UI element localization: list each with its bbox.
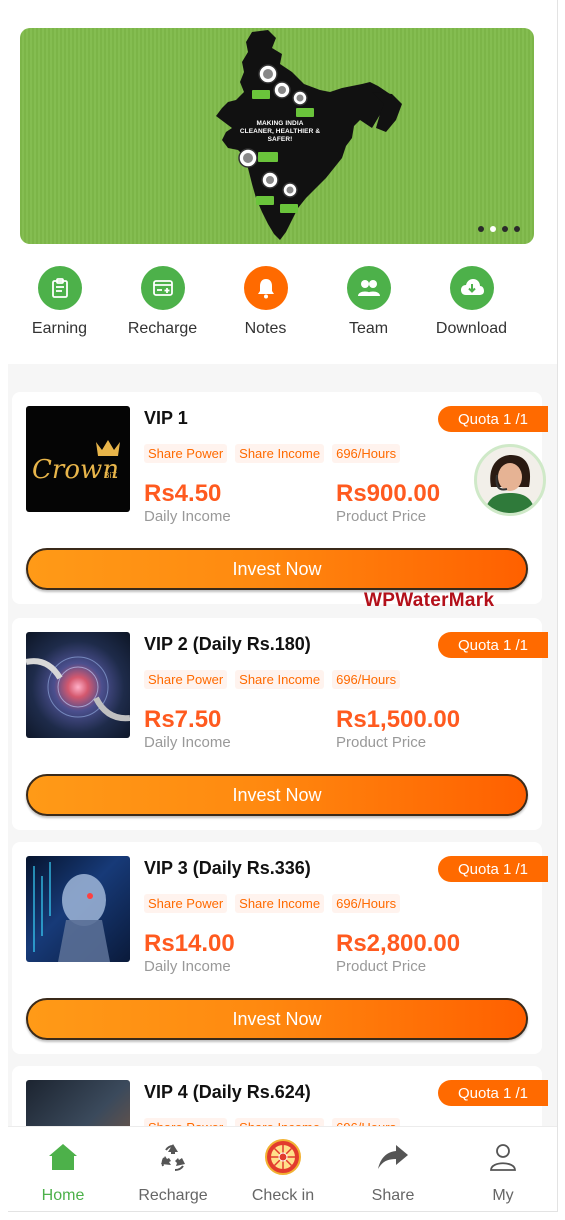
tab-check-in[interactable]: Check in: [228, 1127, 338, 1211]
bell-icon: [243, 266, 288, 310]
clipboard-icon: [37, 266, 82, 310]
invest-now-button[interactable]: Invest Now: [26, 548, 528, 590]
product-title: VIP 1: [144, 408, 188, 428]
quick-earning-label: Earning: [31, 320, 88, 337]
tab-recharge-label: Recharge: [138, 1187, 208, 1204]
share-arrow-icon: [338, 1141, 448, 1173]
tag-hours: 696/Hours: [332, 894, 401, 913]
product-thumb-robot-image: [26, 856, 130, 962]
daily-income-label: Daily Income: [144, 958, 231, 975]
tag-hours: 696/Hours: [332, 670, 401, 689]
daily-income-label: Daily Income: [144, 508, 231, 525]
app-frame: MAKING INDIA CLEANER, HEALTHIER & SAFER!…: [8, 0, 558, 1212]
carousel-dot[interactable]: [490, 226, 496, 232]
quota-badge: Quota 1 /1: [438, 632, 548, 658]
spin-wheel-icon: [228, 1139, 338, 1175]
quick-notes-label: Notes: [244, 320, 287, 337]
tag-hours: 696/Hours: [332, 444, 401, 463]
quick-notes[interactable]: Notes: [214, 266, 317, 338]
quick-earning[interactable]: Earning: [8, 266, 111, 338]
product-price-value: Rs1,500.00: [336, 706, 461, 733]
product-title: VIP 4 (Daily Rs.624): [144, 1082, 311, 1102]
banner-tagline-line2: CLEANER, HEALTHIER & SAFER!: [239, 128, 321, 143]
quick-actions: Earning Recharge Notes Team Download: [8, 266, 557, 338]
tag-share-income: Share Income: [235, 670, 325, 689]
product-tags: Share Power Share Income 696/Hours: [144, 670, 401, 689]
product-price-value: Rs2,800.00: [336, 930, 461, 957]
user-icon: [448, 1141, 557, 1173]
recycle-icon: [118, 1141, 228, 1173]
daily-income-label: Daily Income: [144, 734, 231, 751]
tab-check-in-label: Check in: [251, 1187, 315, 1204]
tag-share-power: Share Power: [144, 894, 228, 913]
home-icon: [8, 1141, 118, 1173]
product-price-label: Product Price: [336, 508, 427, 525]
tab-my-label: My: [492, 1187, 514, 1204]
carousel-dot[interactable]: [502, 226, 508, 232]
product-thumb-tech-image: [26, 632, 130, 738]
tag-share-power: Share Power: [144, 670, 228, 689]
product-tags: Share Power Share Income 696/Hours: [144, 894, 401, 913]
daily-income-value: Rs7.50: [144, 706, 222, 733]
product-price-label: Product Price: [336, 734, 427, 751]
team-icon: [346, 266, 391, 310]
quick-team[interactable]: Team: [317, 266, 420, 338]
tag-share-income: Share Income: [235, 444, 325, 463]
tag-share-income: Share Income: [235, 894, 325, 913]
top-section: MAKING INDIA CLEANER, HEALTHIER & SAFER!…: [8, 0, 557, 364]
product-price-label: Product Price: [336, 958, 427, 975]
tab-share[interactable]: Share: [338, 1127, 448, 1211]
carousel-dots[interactable]: [478, 226, 520, 232]
product-card-vip3: VIP 3 (Daily Rs.336) Quota 1 /1 Share Po…: [12, 842, 548, 1054]
product-card-vip2: VIP 2 (Daily Rs.180) Quota 1 /1 Share Po…: [12, 618, 548, 830]
daily-income-value: Rs14.00: [144, 930, 235, 957]
product-price-value: Rs900.00: [336, 480, 441, 507]
banner-tagline-line1: MAKING INDIA: [256, 120, 304, 127]
tab-recharge[interactable]: Recharge: [118, 1127, 228, 1211]
invest-now-button[interactable]: Invest Now: [26, 774, 528, 816]
carousel-dot[interactable]: [514, 226, 520, 232]
daily-income-value: Rs4.50: [144, 480, 222, 507]
quick-recharge-label: Recharge: [127, 320, 198, 337]
watermark-text: WPWaterMark: [364, 590, 495, 611]
product-tags: Share Power Share Income 696/Hours: [144, 444, 401, 463]
quick-team-label: Team: [348, 320, 389, 337]
tab-share-label: Share: [371, 1187, 415, 1204]
product-title: VIP 3 (Daily Rs.336): [144, 858, 311, 878]
quick-recharge[interactable]: Recharge: [111, 266, 214, 338]
product-title: VIP 2 (Daily Rs.180): [144, 634, 311, 654]
tab-home[interactable]: Home: [8, 1127, 118, 1211]
promo-banner[interactable]: MAKING INDIA CLEANER, HEALTHIER & SAFER!: [20, 28, 534, 244]
product-thumb-crown-logo: Crown BiT: [26, 406, 130, 512]
bottom-tab-bar: Home Recharge Check in Share My: [8, 1126, 557, 1211]
cloud-download-icon: [449, 266, 494, 310]
quota-badge: Quota 1 /1: [438, 406, 548, 432]
product-card-vip1: Crown BiT VIP 1 Quota 1 /1 Share Power S…: [12, 392, 548, 604]
tab-home-label: Home: [41, 1187, 85, 1204]
card-icon: [140, 266, 185, 310]
carousel-dot[interactable]: [478, 226, 484, 232]
quota-badge: Quota 1 /1: [438, 1080, 548, 1106]
banner-tagline: MAKING INDIA CLEANER, HEALTHIER & SAFER!: [234, 120, 326, 144]
quota-badge: Quota 1 /1: [438, 856, 548, 882]
quick-download-label: Download: [435, 320, 508, 337]
tab-my[interactable]: My: [448, 1127, 557, 1211]
quick-download[interactable]: Download: [420, 266, 523, 338]
invest-now-button[interactable]: Invest Now: [26, 998, 528, 1040]
customer-service-avatar[interactable]: [474, 444, 546, 516]
crown-logo-suffix: BiT: [104, 471, 117, 480]
tag-share-power: Share Power: [144, 444, 228, 463]
crown-logo-text: Crown: [32, 455, 119, 485]
